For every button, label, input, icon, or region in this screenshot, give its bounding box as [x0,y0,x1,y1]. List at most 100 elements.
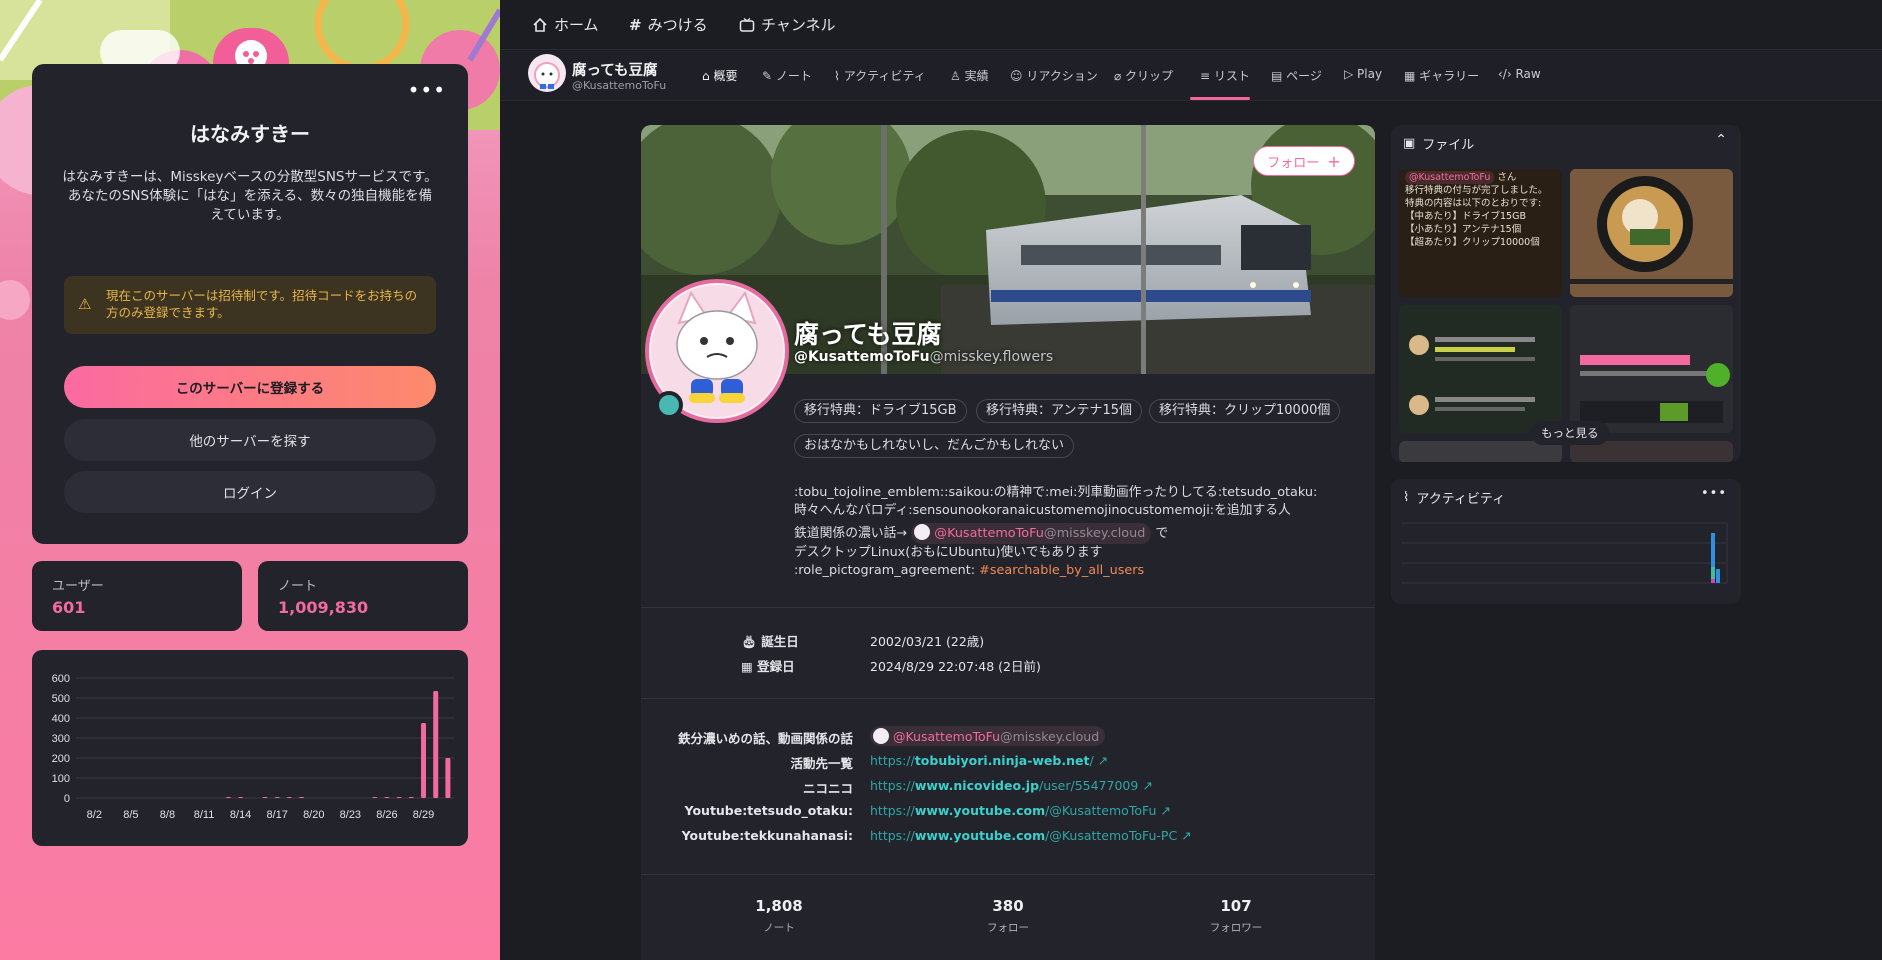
activity-chart [1401,522,1728,584]
role-chip[interactable]: 移行特典：ドライブ15GB [794,399,967,423]
users-stat-card: ユーザー 601 [32,561,242,631]
field-name: 活動先一覧 [790,756,853,771]
tab-activity[interactable]: ⌇ アクティビティ [834,67,926,84]
tab-play[interactable]: ▷ Play [1344,67,1382,81]
header-display-name: 腐っても豆腐 [572,63,658,79]
tab-raw[interactable]: ‹/› Raw [1498,67,1541,81]
x-tick-label: 8/14 [230,809,251,821]
link-scheme: https:// [870,753,915,768]
tab-pages[interactable]: ▤ ページ [1271,67,1322,84]
x-tick-label: 8/5 [123,809,138,821]
app: ••• はなみすきー はなみすきーは、Misskeyベースの分散型SNSサービス… [0,0,1882,960]
thumb-mention: @KusattemoToFu [1405,171,1495,184]
chart-bar [286,797,292,798]
external-link-icon: ↗ [1142,778,1153,793]
nav-home[interactable]: ホーム [532,14,599,35]
collapse-chevron-up-icon[interactable]: ⌃ [1715,132,1727,148]
activity-bar [1711,579,1715,583]
tab-notes[interactable]: ✎ ノート [762,67,812,84]
field-name: Youtube:tekkunahanasi: [681,828,853,843]
tab-clips[interactable]: ⌀ クリップ [1114,67,1173,84]
field-value: @KusattemoToFu@misskey.cloud [870,726,1106,746]
chart-bar [274,797,280,798]
tab-lists[interactable]: ≡ リスト [1200,67,1250,84]
link-path: /@KusattemoToFu-PC [1045,828,1178,843]
followers-count[interactable]: 107 フォロワー [1176,897,1296,935]
plus-icon: + [1327,151,1341,171]
y-tick-label: 0 [64,793,70,805]
notes-count[interactable]: 1,808 ノート [719,897,839,935]
birthday-value: 2002/03/21 (22歳) [870,634,985,649]
x-tick-label: 8/17 [266,809,287,821]
field-link[interactable]: https://www.youtube.com/@KusattemoToFu ↗ [870,803,1171,818]
home-icon [533,17,547,32]
bio-line: 鉄道関係の濃い話→ @KusattemoToFu@misskey.cloud で [794,523,1354,544]
tab-achievements[interactable]: ♙ 実績 [950,67,989,84]
chart-bar [384,797,390,798]
field-link[interactable]: https://www.nicovideo.jp/user/55477009 ↗ [870,778,1153,793]
register-button[interactable]: このサーバーに登録する [64,366,436,408]
tab-overview-label: 概要 [713,69,738,83]
server-name: はなみすきー [190,122,310,146]
bio-mention[interactable]: @KusattemoToFu@misskey.cloud [911,523,1152,544]
chart-bar [396,797,402,798]
users-value: 601 [52,598,86,617]
login-button[interactable]: ログイン [64,471,436,513]
role-chip[interactable]: おはなかもしれないし、だんごかもしれない [794,434,1075,458]
file-thumbnail[interactable] [1570,305,1733,433]
nav-channel[interactable]: チャンネル [739,14,836,35]
role-chip[interactable]: 移行特典：アンテナ15個 [976,399,1143,423]
nav-explore-label: みつける [647,16,708,34]
link-domain: tobubiyori.ninja-web.net [914,753,1090,768]
top-navigation: ホーム # みつける チャンネル [500,0,1882,50]
mention-host: @misskey.cloud [1000,729,1100,744]
file-thumbnail[interactable] [1399,305,1562,433]
chart-bar [262,797,268,798]
link-path: / [1089,753,1094,768]
link-domain: www.youtube.com [914,803,1046,818]
mention-user: @KusattemoToFu [892,729,1001,744]
following-count[interactable]: 380 フォロー [948,897,1068,935]
server-info-panel: ••• はなみすきー はなみすきーは、Misskeyベースの分散型SNSサービス… [0,0,500,960]
follow-button[interactable]: フォロー + [1253,146,1355,176]
profile-host: @misskey.flowers [929,349,1054,365]
more-options-icon[interactable]: ••• [408,78,446,102]
tab-overview[interactable]: ⌂ 概要 [702,67,737,84]
activity-widget: ⌇ アクティビティ ••• [1391,479,1741,604]
tab-achievements-label: 実績 [964,69,989,83]
chart-bar [238,797,244,798]
files-widget-header: ▣ ファイル ⌃ [1391,125,1741,159]
nav-explore[interactable]: # みつける [629,14,708,35]
files-title: ファイル [1422,138,1475,153]
chart-bar [225,797,231,798]
joined-label: ▦ 登録日 [741,656,795,675]
tab-gallery-label: ギャラリー [1419,69,1480,83]
tab-gallery[interactable]: ▦ ギャラリー [1404,67,1479,84]
birthday-label: 🎂︎ 誕生日 [741,631,799,650]
profile-username: @KusattemoToFu [794,349,930,365]
link-scheme: https:// [870,828,915,843]
y-tick-label: 500 [52,693,70,705]
field-name: Youtube:tetsudo_otaku: [684,803,853,818]
header-avatar[interactable] [528,54,566,92]
tab-raw-label: Raw [1515,67,1541,81]
show-more-button[interactable]: もっと見る [1531,421,1609,445]
tab-reactions[interactable]: ☺ リアクション [1010,67,1098,84]
field-link[interactable]: https://tobubiyori.ninja-web.net/ ↗ [870,753,1108,768]
find-other-server-button[interactable]: 他のサーバーを探す [64,419,436,461]
bio-hashtag[interactable]: #searchable_by_all_users [979,563,1144,578]
bio-text: 鉄道関係の濃い話→ [794,526,908,541]
header-username: @KusattemoToFu [572,79,667,92]
x-tick-label: 8/2 [87,809,102,821]
field-mention[interactable]: @KusattemoToFu@misskey.cloud [870,726,1106,746]
role-chip[interactable]: 移行特典：クリップ10000個 [1149,399,1341,423]
field-link[interactable]: https://www.youtube.com/@KusattemoToFu-P… [870,828,1192,843]
bio-line: :role_pictogram_agreement: #searchable_b… [794,562,1354,580]
divider [641,874,1375,875]
external-link-icon: ↗ [1160,803,1171,818]
files-widget: ▣ ファイル ⌃ @KusattemoToFu さん 移行特典の付与が完了しました… [1391,125,1741,462]
file-thumbnail[interactable]: @KusattemoToFu さん 移行特典の付与が完了しました。 特典の内容は… [1399,169,1562,297]
chart-bar [421,723,427,798]
x-tick-label: 8/20 [303,809,324,821]
file-thumbnail[interactable] [1570,169,1733,297]
